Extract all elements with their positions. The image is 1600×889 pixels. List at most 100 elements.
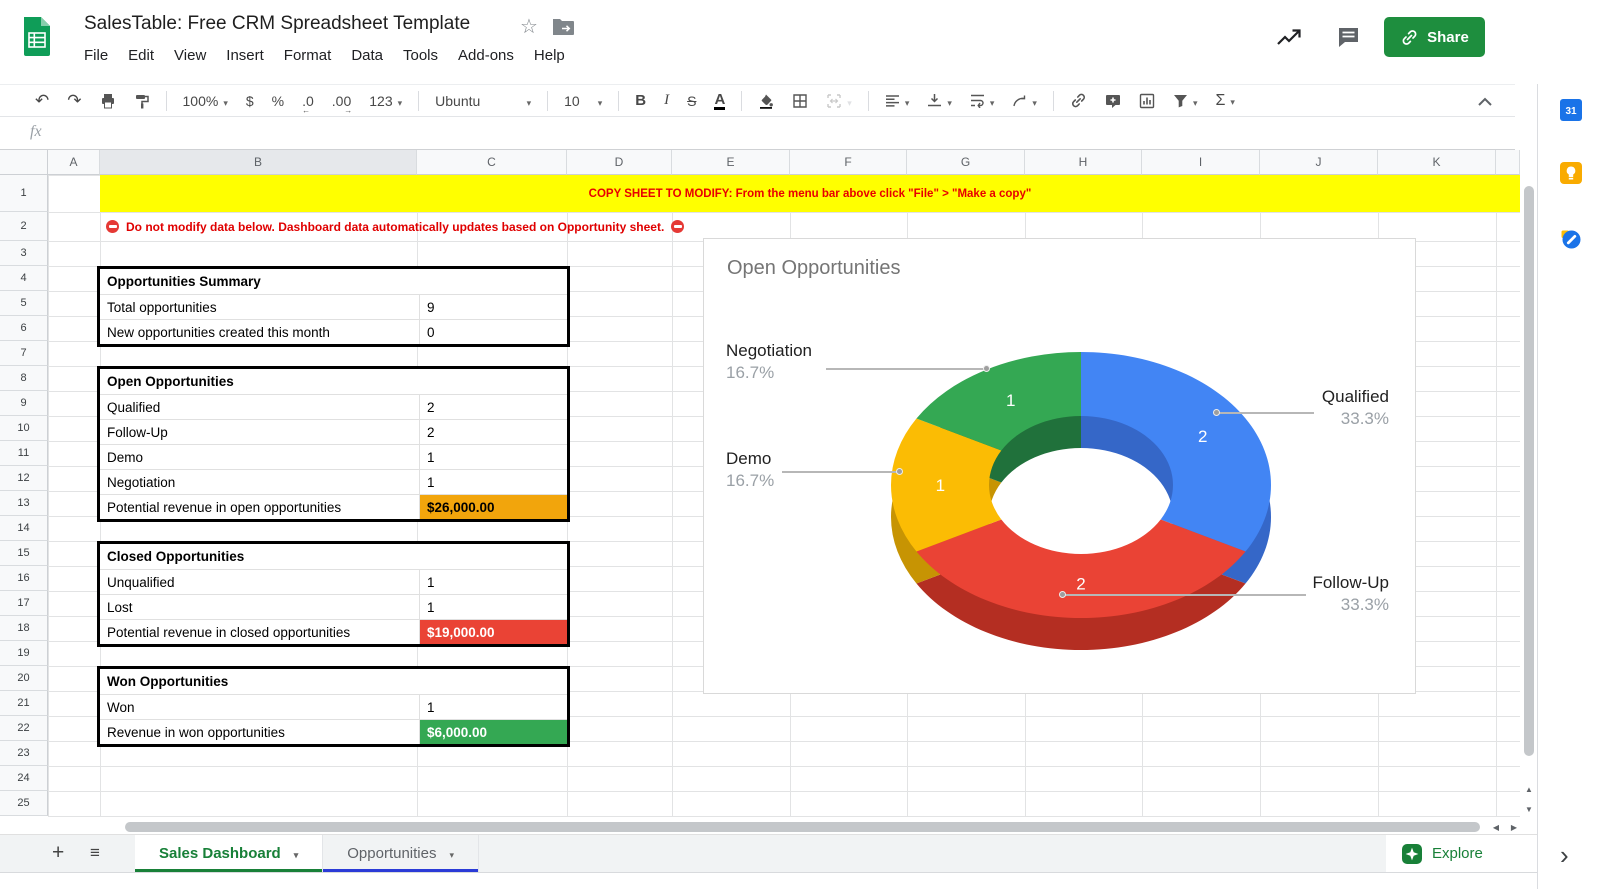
star-icon[interactable] (520, 14, 538, 39)
zoom-select[interactable]: 100% (183, 93, 228, 109)
summary-table-0[interactable]: Opportunities Summary Total opportunities… (97, 266, 570, 347)
bold-button[interactable]: B (635, 92, 646, 109)
horizontal-align-button[interactable] (885, 93, 910, 109)
tab-sales-dashboard[interactable]: Sales Dashboard (135, 835, 324, 872)
cell-label[interactable]: Follow-Up (100, 420, 420, 444)
cell-label[interactable]: Demo (100, 445, 420, 469)
cell-value[interactable]: 1 (420, 470, 567, 494)
menu-file[interactable]: File (74, 45, 118, 66)
cell-value[interactable]: $6,000.00 (420, 720, 567, 744)
cell-value[interactable]: 1 (420, 445, 567, 469)
cell-value[interactable]: 1 (420, 695, 567, 719)
keep-icon[interactable] (1560, 162, 1582, 189)
row-header-2[interactable]: 2 (0, 212, 48, 241)
table-title[interactable]: Won Opportunities (100, 669, 567, 694)
column-header-K[interactable]: K (1378, 150, 1496, 175)
strikethrough-button[interactable]: S (687, 93, 696, 109)
create-filter-button[interactable] (1173, 93, 1198, 109)
table-title[interactable]: Open Opportunities (100, 369, 567, 394)
font-size-select[interactable]: 10 (564, 93, 602, 109)
redo-button[interactable]: ↷ (67, 91, 81, 111)
cell-label[interactable]: Lost (100, 595, 420, 619)
horizontal-scrollbar[interactable] (125, 822, 1480, 832)
cell-label[interactable]: New opportunities created this month (100, 320, 420, 344)
row-header-21[interactable]: 21 (0, 691, 48, 716)
cell-value[interactable]: 0 (420, 320, 567, 344)
row-header-5[interactable]: 5 (0, 291, 48, 316)
more-formats-button[interactable]: 123 (369, 93, 402, 109)
row-header-17[interactable]: 17 (0, 591, 48, 616)
summary-table-1[interactable]: Open Opportunities Qualified 2 Follow-Up 2 De… (97, 366, 570, 522)
document-title[interactable]: SalesTable: Free CRM Spreadsheet Templat… (84, 13, 470, 35)
spreadsheet-grid[interactable]: COPY SHEET TO MODIFY: From the menu bar … (0, 150, 1520, 818)
insert-chart-button[interactable] (1139, 93, 1155, 109)
collapse-panel-chevron-icon[interactable] (1560, 840, 1569, 871)
column-header-J[interactable]: J (1260, 150, 1378, 175)
comment-history-icon[interactable] (1336, 25, 1361, 55)
summary-table-3[interactable]: Won Opportunities Won 1 Revenue in won oppo… (97, 666, 570, 747)
text-color-button[interactable]: A (714, 92, 726, 110)
tab-opportunities[interactable]: Opportunities (323, 835, 479, 872)
row-header-23[interactable]: 23 (0, 741, 48, 766)
chart-card[interactable]: 2 2 1 1 Open Opportunities Negotiation 16.7… (703, 238, 1416, 694)
row-header-4[interactable]: 4 (0, 266, 48, 291)
column-header-D[interactable]: D (567, 150, 672, 175)
text-wrap-button[interactable] (970, 93, 995, 109)
increase-decimal-button[interactable]: .00 (332, 93, 353, 115)
paint-format-button[interactable] (134, 93, 150, 109)
hide-menus-chevron-icon[interactable] (1477, 94, 1493, 110)
scroll-up-button[interactable] (1522, 782, 1536, 796)
scroll-down-button[interactable] (1522, 802, 1536, 816)
fill-color-button[interactable] (758, 93, 774, 109)
select-all-corner[interactable] (0, 150, 48, 175)
row-header-12[interactable]: 12 (0, 466, 48, 491)
row-header-10[interactable]: 10 (0, 416, 48, 441)
summary-table-2[interactable]: Closed Opportunities Unqualified 1 Lost 1 Pot… (97, 541, 570, 647)
cell-value[interactable]: 1 (420, 570, 567, 594)
row-header-20[interactable]: 20 (0, 666, 48, 691)
menu-insert[interactable]: Insert (216, 45, 274, 66)
move-to-folder-icon[interactable] (552, 17, 575, 41)
row-header-19[interactable]: 19 (0, 641, 48, 666)
cell-label[interactable]: Potential revenue in open opportunities (100, 495, 420, 519)
menu-view[interactable]: View (164, 45, 216, 66)
add-sheet-button[interactable] (52, 841, 64, 865)
format-percent-button[interactable]: % (272, 93, 284, 109)
decrease-decimal-button[interactable]: .0 (302, 93, 314, 115)
row-header-3[interactable]: 3 (0, 241, 48, 266)
cell-label[interactable]: Revenue in won opportunities (100, 720, 420, 744)
menu-tools[interactable]: Tools (393, 45, 448, 66)
borders-button[interactable] (792, 93, 808, 109)
row-header-6[interactable]: 6 (0, 316, 48, 341)
cell-label[interactable]: Negotiation (100, 470, 420, 494)
cell-value[interactable]: 2 (420, 395, 567, 419)
vertical-align-button[interactable] (927, 93, 952, 109)
explore-button[interactable]: Explore (1386, 835, 1537, 872)
row-header-22[interactable]: 22 (0, 716, 48, 741)
column-header-C[interactable]: C (417, 150, 567, 175)
column-header-F[interactable]: F (790, 150, 907, 175)
text-rotation-button[interactable] (1012, 93, 1037, 109)
menu-help[interactable]: Help (524, 45, 575, 66)
cell-value[interactable]: $26,000.00 (420, 495, 567, 519)
row-header-9[interactable]: 9 (0, 391, 48, 416)
row-header-16[interactable]: 16 (0, 566, 48, 591)
tab-menu-chevron-icon[interactable] (294, 845, 299, 862)
formula-bar[interactable]: fx (0, 116, 1515, 150)
calendar-icon[interactable]: 31 (1560, 99, 1582, 126)
scroll-right-button[interactable] (1507, 820, 1521, 834)
functions-button[interactable]: Σ (1215, 92, 1234, 110)
insert-comment-button[interactable] (1105, 93, 1121, 109)
column-header-stub[interactable] (1496, 150, 1520, 175)
row-header-13[interactable]: 13 (0, 491, 48, 516)
row-header-7[interactable]: 7 (0, 341, 48, 366)
sheets-logo-icon[interactable] (22, 16, 52, 63)
row-header-8[interactable]: 8 (0, 366, 48, 391)
row-header-15[interactable]: 15 (0, 541, 48, 566)
vertical-scrollbar[interactable] (1524, 186, 1534, 756)
table-title[interactable]: Opportunities Summary (100, 269, 567, 294)
menu-format[interactable]: Format (274, 45, 342, 66)
menu-data[interactable]: Data (341, 45, 393, 66)
cell-label[interactable]: Won (100, 695, 420, 719)
menu-addons[interactable]: Add-ons (448, 45, 524, 66)
